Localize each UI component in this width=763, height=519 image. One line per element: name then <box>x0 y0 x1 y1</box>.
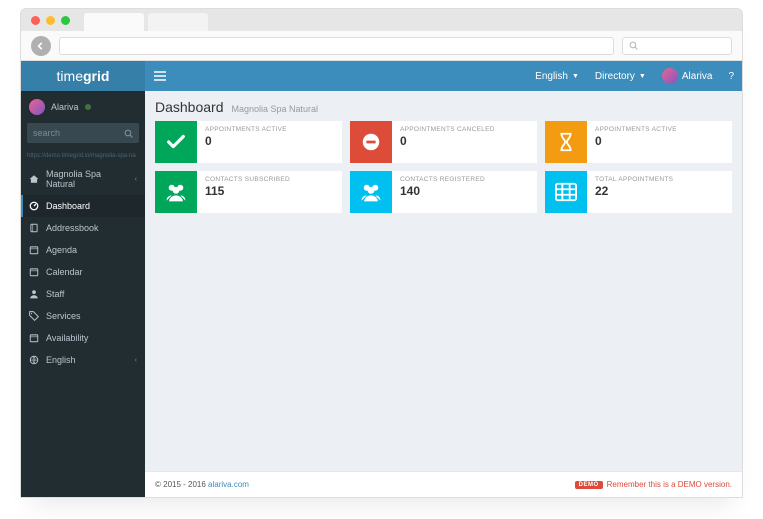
search-icon <box>124 129 133 138</box>
sidebar-item-services[interactable]: Services <box>21 305 145 327</box>
maximize-dot[interactable] <box>61 16 70 25</box>
chevron-left-icon: ‹ <box>135 176 137 183</box>
stat-value: 22 <box>595 184 724 198</box>
sidebar-item-label: Dashboard <box>46 201 90 211</box>
stat-value: 0 <box>595 134 724 148</box>
sidebar-item-label: Services <box>46 311 81 321</box>
sidebar-item-addressbook[interactable]: Addressbook <box>21 217 145 239</box>
sidebar-item-dashboard[interactable]: Dashboard <box>21 195 145 217</box>
sidebar: Alariva search https://demo.timegrid.io/… <box>21 91 145 497</box>
stat-label: CONTACTS REGISTERED <box>400 176 529 183</box>
cal-icon <box>29 245 39 255</box>
stat-value: 0 <box>400 134 529 148</box>
chevron-down-icon: ▼ <box>639 73 646 80</box>
back-button[interactable] <box>31 36 51 56</box>
stat-label: CONTACTS SUBSCRIBED <box>205 176 334 183</box>
logo[interactable]: timegrid <box>21 61 145 91</box>
cal-icon <box>29 333 39 343</box>
demo-notice: DEMO Remember this is a DEMO version. <box>575 480 732 489</box>
sidebar-item-availability[interactable]: Availability <box>21 327 145 349</box>
stat-label: TOTAL APPOINTMENTS <box>595 176 724 183</box>
sidebar-item-label: Agenda <box>46 245 77 255</box>
stat-card[interactable]: CONTACTS SUBSCRIBED115 <box>155 171 342 213</box>
online-indicator <box>85 104 91 110</box>
page-title: Dashboard <box>155 99 224 115</box>
sidebar-item-calendar[interactable]: Calendar <box>21 261 145 283</box>
stat-label: APPOINTMENTS CANCELED <box>400 126 529 133</box>
sidebar-item-agenda[interactable]: Agenda <box>21 239 145 261</box>
cal-icon <box>29 267 39 277</box>
check-icon <box>155 121 197 163</box>
book-icon <box>29 223 39 233</box>
content: Dashboard Magnolia Spa Natural APPOINTME… <box>145 91 742 497</box>
sidebar-url: https://demo.timegrid.io/magnolia-spa-na <box>21 149 145 163</box>
close-dot[interactable] <box>31 16 40 25</box>
browser-chrome: timegrid English▼ Directory▼ Alariva ? A… <box>20 8 743 498</box>
page-subtitle: Magnolia Spa Natural <box>232 104 319 114</box>
help-button[interactable]: ? <box>720 61 742 91</box>
stat-cards: APPOINTMENTS ACTIVE0APPOINTMENTS CANCELE… <box>145 121 742 213</box>
content-header: Dashboard Magnolia Spa Natural <box>145 91 742 121</box>
footer: © 2015 - 2016 alariva.com DEMO Remember … <box>145 471 742 497</box>
app-body: Alariva search https://demo.timegrid.io/… <box>21 91 742 497</box>
avatar <box>29 99 45 115</box>
sidebar-item-label: English <box>46 355 76 365</box>
dash-icon <box>29 201 39 211</box>
sidebar-nav: Magnolia Spa Natural ‹ Dashboard Addressboo… <box>21 163 145 371</box>
user-menu[interactable]: Alariva <box>654 61 721 91</box>
sidebar-item-label: Calendar <box>46 267 83 277</box>
home-icon <box>29 174 39 184</box>
search-input[interactable]: search <box>27 123 139 143</box>
hamburger-icon[interactable] <box>145 71 175 81</box>
browser-tab[interactable] <box>148 13 208 31</box>
app: timegrid English▼ Directory▼ Alariva ? A… <box>21 61 742 497</box>
users-icon <box>155 171 197 213</box>
language-menu[interactable]: English▼ <box>527 61 587 91</box>
sidebar-item-magnolia-spa-natural[interactable]: Magnolia Spa Natural ‹ <box>21 163 145 195</box>
globe-icon <box>29 355 39 365</box>
search-icon <box>629 41 638 50</box>
stat-value: 0 <box>205 134 334 148</box>
browser-tabstrip <box>21 9 742 31</box>
stop-icon <box>350 121 392 163</box>
footer-link[interactable]: alariva.com <box>208 480 249 489</box>
sidebar-user-name: Alariva <box>51 102 79 112</box>
sidebar-item-label: Staff <box>46 289 64 299</box>
tag-icon <box>29 311 39 321</box>
stat-card[interactable]: CONTACTS REGISTERED140 <box>350 171 537 213</box>
stat-card[interactable]: APPOINTMENTS CANCELED0 <box>350 121 537 163</box>
copyright: © 2015 - 2016 alariva.com <box>155 480 249 489</box>
user-icon <box>29 289 39 299</box>
browser-toolbar <box>21 31 742 61</box>
stat-label: APPOINTMENTS ACTIVE <box>205 126 334 133</box>
stat-value: 140 <box>400 184 529 198</box>
stat-card[interactable]: APPOINTMENTS ACTIVE0 <box>545 121 732 163</box>
sidebar-item-english[interactable]: English ‹ <box>21 349 145 371</box>
sidebar-item-label: Availability <box>46 333 88 343</box>
demo-badge: DEMO <box>575 481 603 489</box>
stat-card[interactable]: APPOINTMENTS ACTIVE0 <box>155 121 342 163</box>
sidebar-item-label: Magnolia Spa Natural <box>46 169 128 189</box>
minimize-dot[interactable] <box>46 16 55 25</box>
sidebar-item-staff[interactable]: Staff <box>21 283 145 305</box>
users-icon <box>350 171 392 213</box>
window-controls <box>31 16 70 25</box>
stat-label: APPOINTMENTS ACTIVE <box>595 126 724 133</box>
chevron-down-icon: ▼ <box>572 73 579 80</box>
browser-tab[interactable] <box>84 13 144 31</box>
browser-search[interactable] <box>622 37 732 55</box>
search-placeholder: search <box>33 128 60 138</box>
avatar <box>662 68 678 84</box>
chevron-left-icon: ‹ <box>135 357 137 364</box>
stat-card[interactable]: TOTAL APPOINTMENTS22 <box>545 171 732 213</box>
sidebar-item-label: Addressbook <box>46 223 99 233</box>
sidebar-user[interactable]: Alariva <box>21 91 145 123</box>
address-bar[interactable] <box>59 37 614 55</box>
grid-icon <box>545 171 587 213</box>
stat-value: 115 <box>205 184 334 198</box>
topbar: timegrid English▼ Directory▼ Alariva ? <box>21 61 742 91</box>
hour-icon <box>545 121 587 163</box>
directory-menu[interactable]: Directory▼ <box>587 61 654 91</box>
